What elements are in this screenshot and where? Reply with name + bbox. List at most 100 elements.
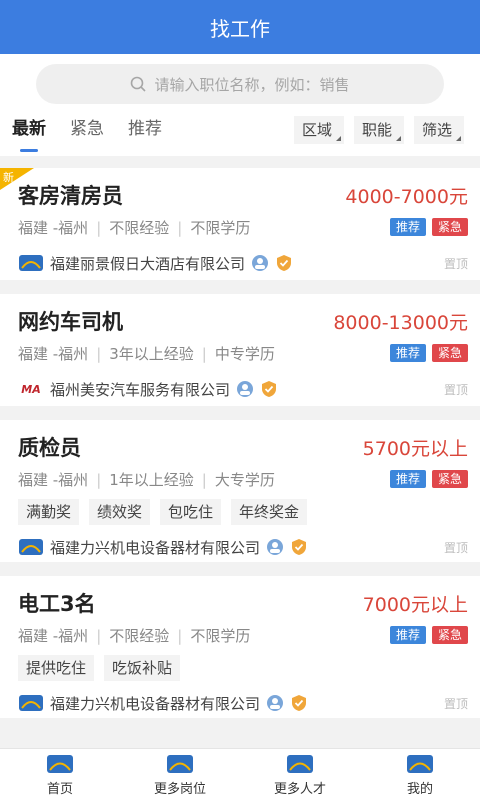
verified-shield-icon bbox=[275, 254, 293, 272]
nav-more-jobs-label: 更多岗位 bbox=[153, 782, 206, 797]
dropdown-corner-icon bbox=[395, 136, 401, 141]
page-title: 找工作 bbox=[210, 16, 270, 41]
verified-user-icon bbox=[236, 380, 254, 398]
company-logo-icon bbox=[18, 252, 44, 274]
job-perks: 提供吃住 吃饭补贴 bbox=[18, 652, 468, 684]
job-title-row: 电工3名 7000元以上 bbox=[18, 588, 468, 618]
job-badges: 推荐 紧急 bbox=[384, 626, 468, 644]
job-salary: 4000-7000元 bbox=[345, 185, 468, 208]
job-meta: 福建 -福州 | 3年以上经验 | 中专学历 bbox=[18, 343, 275, 364]
job-education: 不限学历 bbox=[190, 626, 251, 645]
company-info: 福建力兴机电设备器材有限公司 bbox=[18, 692, 308, 714]
verified-shield-icon bbox=[260, 380, 278, 398]
company-row: 福建丽景假日大酒店有限公司 置顶 bbox=[18, 244, 468, 282]
nav-home-label: 首页 bbox=[46, 782, 73, 797]
company-info: MA 福州美安汽车服务有限公司 bbox=[18, 378, 278, 400]
job-perks: 满勤奖 绩效奖 包吃住 年终奖金 bbox=[18, 496, 468, 528]
job-card[interactable]: 网约车司机 8000-13000元 福建 -福州 | 3年以上经验 | 中专学历 推荐 … bbox=[0, 294, 480, 406]
company-info: 福建力兴机电设备器材有限公司 bbox=[18, 536, 308, 558]
job-meta: 福建 -福州 | 1年以上经验 | 大专学历 bbox=[18, 469, 275, 490]
search-area: 请输入职位名称，例如：销售 bbox=[0, 54, 480, 108]
job-badges: 推荐 紧急 bbox=[384, 218, 468, 236]
recommend-badge: 推荐 bbox=[389, 218, 426, 236]
verified-user-icon bbox=[266, 538, 284, 556]
company-row: 福建力兴机电设备器材有限公司 置顶 bbox=[18, 684, 468, 722]
pin-top-label: 置顶 bbox=[443, 540, 468, 555]
filter-more-label: 筛选 bbox=[421, 121, 452, 139]
job-title-row: 网约车司机 8000-13000元 bbox=[18, 306, 468, 336]
company-row: MA 福州美安汽车服务有限公司 置顶 bbox=[18, 370, 468, 408]
filter-function-label: 职能 bbox=[361, 121, 392, 139]
search-input[interactable]: 请输入职位名称，例如：销售 bbox=[36, 64, 444, 104]
company-name: 福建丽景假日大酒店有限公司 bbox=[50, 254, 246, 273]
app-root: 找工作 请输入职位名称，例如：销售 最新 紧急 推荐 区域 职能 筛选 新 客房… bbox=[0, 0, 480, 800]
tab-latest[interactable]: 最新 bbox=[12, 108, 46, 156]
job-location: 福建 -福州 bbox=[18, 626, 89, 645]
nav-more-talent-label: 更多人才 bbox=[273, 782, 326, 797]
company-name: 福建力兴机电设备器材有限公司 bbox=[50, 538, 261, 557]
job-education: 不限学历 bbox=[190, 218, 251, 237]
perk-tag: 吃饭补贴 bbox=[104, 655, 181, 681]
title-bar: 找工作 bbox=[0, 0, 480, 54]
filter-more[interactable]: 筛选 bbox=[413, 116, 464, 144]
job-experience: 1年以上经验 bbox=[109, 470, 194, 489]
job-title-row: 客房清房员 4000-7000元 bbox=[18, 180, 468, 210]
urgent-badge: 紧急 bbox=[431, 218, 468, 236]
jobs-icon bbox=[167, 755, 193, 773]
job-meta-row: 福建 -福州 | 不限经验 | 不限学历 推荐 紧急 bbox=[18, 618, 468, 652]
company-info: 福建丽景假日大酒店有限公司 bbox=[18, 252, 293, 274]
job-title: 质检员 bbox=[18, 436, 81, 460]
nav-home[interactable]: 首页 bbox=[0, 749, 120, 800]
profile-icon bbox=[407, 755, 433, 773]
filter-function[interactable]: 职能 bbox=[353, 116, 404, 144]
job-card[interactable]: 新 客房清房员 4000-7000元 福建 -福州 | 不限经验 | 不限学历 推荐 紧… bbox=[0, 168, 480, 280]
meta-separator: | bbox=[201, 344, 207, 363]
nav-more-jobs[interactable]: 更多岗位 bbox=[120, 749, 240, 800]
job-meta-row: 福建 -福州 | 不限经验 | 不限学历 推荐 紧急 bbox=[18, 210, 468, 244]
meta-separator: | bbox=[201, 470, 207, 489]
job-meta-row: 福建 -福州 | 3年以上经验 | 中专学历 推荐 紧急 bbox=[18, 336, 468, 370]
nav-more-talent[interactable]: 更多人才 bbox=[240, 749, 360, 800]
nav-profile[interactable]: 我的 bbox=[360, 749, 480, 800]
meta-separator: | bbox=[96, 626, 102, 645]
pin-top-label: 置顶 bbox=[443, 696, 468, 711]
pin-top-label: 置顶 bbox=[443, 256, 468, 271]
dropdown-corner-icon bbox=[456, 136, 461, 141]
nav-profile-label: 我的 bbox=[406, 782, 433, 797]
perk-tag: 包吃住 bbox=[160, 499, 222, 525]
perk-tag: 提供吃住 bbox=[18, 655, 95, 681]
meta-separator: | bbox=[96, 218, 102, 237]
perk-tag: 绩效奖 bbox=[89, 499, 151, 525]
recommend-badge: 推荐 bbox=[389, 344, 426, 362]
job-meta-row: 福建 -福州 | 1年以上经验 | 大专学历 推荐 紧急 bbox=[18, 462, 468, 496]
tab-urgent[interactable]: 紧急 bbox=[70, 108, 104, 156]
job-badges: 推荐 紧急 bbox=[384, 470, 468, 488]
meta-separator: | bbox=[96, 470, 102, 489]
job-card[interactable]: 质检员 5700元以上 福建 -福州 | 1年以上经验 | 大专学历 推荐 紧急 满勤奖… bbox=[0, 420, 480, 562]
job-list: 新 客房清房员 4000-7000元 福建 -福州 | 不限经验 | 不限学历 推荐 紧… bbox=[0, 156, 480, 718]
job-education: 中专学历 bbox=[214, 344, 275, 363]
meta-separator: | bbox=[96, 344, 102, 363]
job-meta: 福建 -福州 | 不限经验 | 不限学历 bbox=[18, 217, 250, 238]
new-ribbon-icon: 新 bbox=[0, 168, 34, 190]
home-icon bbox=[47, 755, 73, 773]
meta-separator: | bbox=[177, 218, 183, 237]
job-meta: 福建 -福州 | 不限经验 | 不限学历 bbox=[18, 625, 250, 646]
tab-bar: 最新 紧急 推荐 区域 职能 筛选 bbox=[0, 108, 480, 156]
talent-icon bbox=[287, 755, 313, 773]
job-location: 福建 -福州 bbox=[18, 218, 89, 237]
filter-region[interactable]: 区域 bbox=[293, 116, 344, 144]
meta-separator: | bbox=[177, 626, 183, 645]
company-logo-icon bbox=[18, 536, 44, 558]
job-card[interactable]: 电工3名 7000元以上 福建 -福州 | 不限经验 | 不限学历 推荐 紧急 提供吃住… bbox=[0, 576, 480, 718]
perk-tag: 满勤奖 bbox=[18, 499, 80, 525]
job-location: 福建 -福州 bbox=[18, 344, 89, 363]
company-name: 福州美安汽车服务有限公司 bbox=[50, 380, 231, 399]
verified-shield-icon bbox=[290, 694, 308, 712]
recommend-badge: 推荐 bbox=[389, 626, 426, 644]
urgent-badge: 紧急 bbox=[431, 344, 468, 362]
verified-shield-icon bbox=[290, 538, 308, 556]
pin-top-label: 置顶 bbox=[443, 382, 468, 397]
urgent-badge: 紧急 bbox=[431, 470, 468, 488]
tab-recommend[interactable]: 推荐 bbox=[128, 108, 162, 156]
